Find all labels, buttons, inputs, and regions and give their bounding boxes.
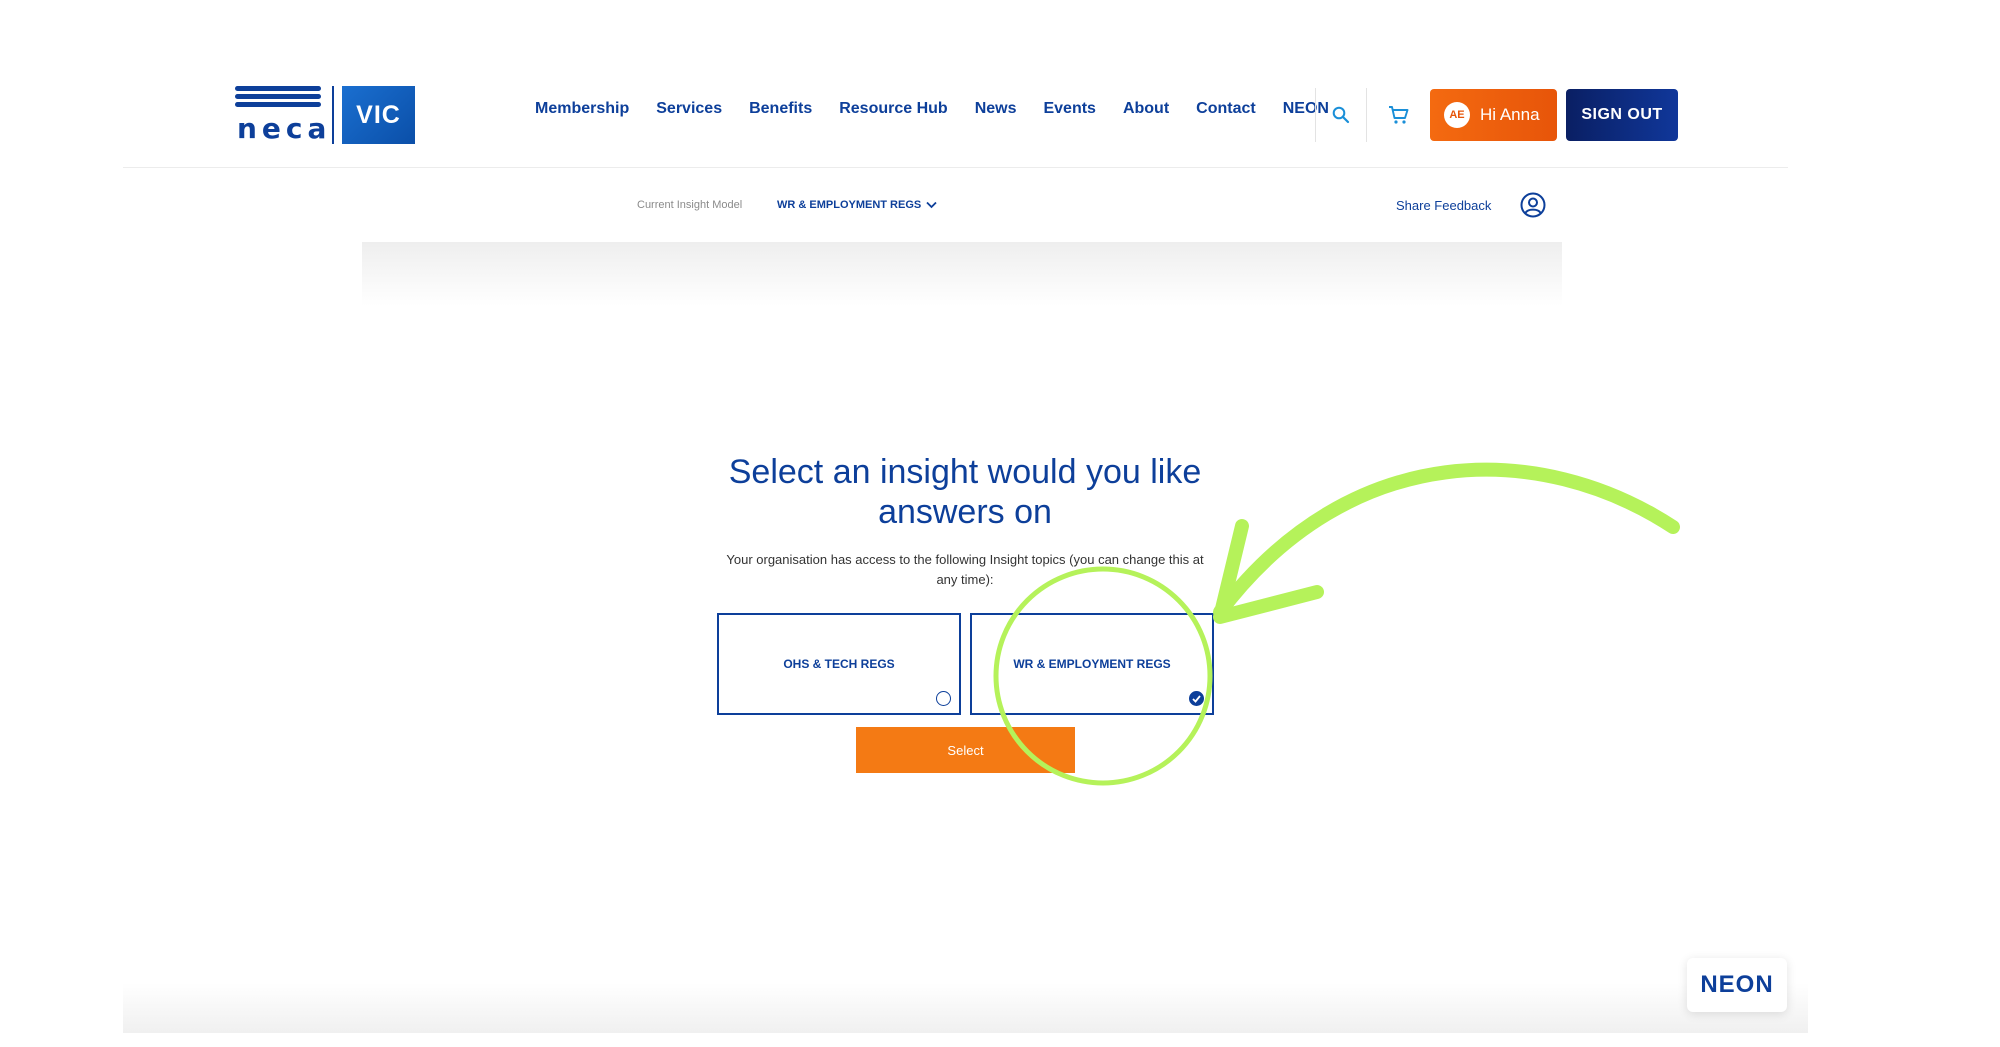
insight-model-value: WR & EMPLOYMENT REGS [777,199,922,211]
option-label: WR & EMPLOYMENT REGS [1013,657,1171,671]
search-icon [1332,106,1350,124]
logo-vic-block: VIC [342,86,415,144]
subbar-shadow [362,242,1562,306]
page-subtitle: Your organisation has access to the foll… [726,552,1204,587]
search-button[interactable] [1316,88,1366,142]
user-greeting: Hi Anna [1480,105,1540,124]
nav-resource-hub[interactable]: Resource Hub [839,100,947,118]
nav-divider [1366,88,1367,142]
nav-benefits[interactable]: Benefits [749,100,812,118]
nav-news[interactable]: News [975,100,1017,118]
chevron-down-icon [926,201,937,209]
select-button[interactable]: Select [856,727,1075,773]
annotation-arrowhead [1213,519,1324,624]
cart-button[interactable] [1374,88,1424,142]
page-title: Select an insight would you like answers… [728,453,1202,531]
avatar: AE [1444,102,1470,128]
checkmark-icon [1192,694,1201,703]
nav-contact[interactable]: Contact [1196,100,1256,118]
main-nav: Membership Services Benefits Resource Hu… [535,100,1342,118]
option-label: OHS & TECH REGS [783,657,895,671]
option-wr-employment-regs[interactable]: WR & EMPLOYMENT REGS [970,613,1214,715]
logo-wordmark: neca [237,112,332,145]
radio-unselected-icon[interactable] [936,691,951,706]
footer-band [123,983,1808,1033]
site-header: neca VIC Membership Services Benefits Re… [123,60,1788,168]
option-ohs-tech-regs[interactable]: OHS & TECH REGS [717,613,961,715]
nav-membership[interactable]: Membership [535,100,629,118]
nav-about[interactable]: About [1123,100,1169,118]
nav-services[interactable]: Services [656,100,722,118]
radio-checked-icon[interactable] [1189,691,1204,706]
current-insight-label: Current Insight Model [637,199,743,211]
neca-vic-logo[interactable]: neca VIC [235,86,419,145]
share-feedback-link[interactable]: Share Feedback [1396,198,1491,213]
cart-icon [1389,106,1409,124]
logo-divider [332,86,334,144]
neon-badge[interactable]: NEON [1687,958,1787,1012]
sign-out-button[interactable]: SIGN OUT [1566,89,1678,141]
nav-events[interactable]: Events [1043,100,1095,118]
user-profile-icon[interactable] [1519,191,1547,219]
user-menu-button[interactable]: AE Hi Anna [1430,89,1557,141]
insight-model-dropdown[interactable]: WR & EMPLOYMENT REGS [777,199,937,211]
annotation-arrow-curve [1213,462,1680,619]
